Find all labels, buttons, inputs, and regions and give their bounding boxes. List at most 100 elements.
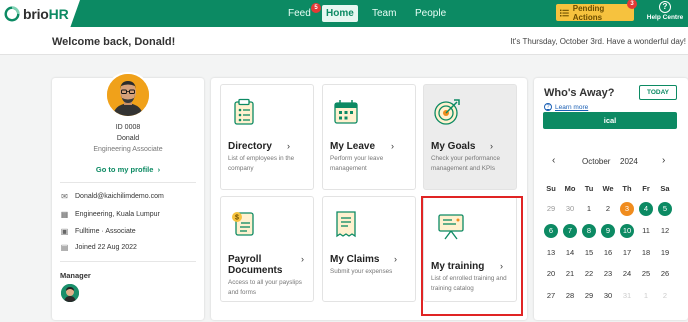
calendar-day[interactable]: 26 [658,267,672,281]
calendar-day[interactable]: 11 [639,224,653,238]
calendar-day[interactable]: 28 [563,289,577,303]
calendar-day[interactable]: 2 [601,202,615,216]
calendar-day[interactable]: 8 [582,224,596,238]
help-icon: ? [659,1,671,13]
tile-my-goals[interactable]: My Goals › Check your performance manage… [423,84,517,190]
calendar-day[interactable]: 7 [563,224,577,238]
list-icon [560,9,569,17]
calendar-day[interactable]: 16 [601,246,615,260]
receipt-icon [336,211,356,238]
calendar-day[interactable]: 10 [620,224,634,238]
calendar-day[interactable]: 24 [620,267,634,281]
calendar-day[interactable]: 12 [658,224,672,238]
divider [60,261,196,262]
avatar-image [107,74,149,116]
brio-hr-logo[interactable]: brioHR [0,0,80,27]
calendar-day[interactable]: 4 [639,202,653,216]
nav-team[interactable]: Team [368,5,400,22]
chevron-right-icon: › [490,141,493,151]
training-highlight-box [421,196,523,316]
brio-logo-icon [4,5,20,22]
employee-id: ID 0008 [115,124,141,131]
calendar-day[interactable]: 30 [563,202,577,216]
manager-avatar-image [61,284,79,302]
weekday-header: Mo [564,184,576,193]
calendar-small-icon: ▤ [60,243,69,252]
tile-payroll-documents[interactable]: $ Payroll Documents › Access to all your… [220,196,314,302]
today-button[interactable]: TODAY [639,85,677,100]
calendar-day[interactable]: 2 [658,289,672,303]
svg-text:$: $ [235,215,239,222]
calendar-day[interactable]: 9 [601,224,615,238]
chevron-right-icon: › [394,254,397,264]
question-icon: ? [544,103,552,111]
chevron-right-icon: › [391,141,394,151]
pending-actions-label: Pending Actions [572,3,605,22]
go-to-profile-link[interactable]: Go to my profile › [52,165,204,174]
chevron-right-icon: › [287,141,290,151]
weekday-header: Th [622,184,632,193]
calendar-day[interactable]: 15 [582,246,596,260]
weekday-header: Fr [642,184,650,193]
calendar-day[interactable]: 29 [582,289,596,303]
nav-people[interactable]: People [411,5,450,22]
calendar-icon [334,100,358,124]
tile-title: Payroll Documents [228,254,283,276]
learn-more-link[interactable]: ? Learn more [544,103,588,111]
payroll-icon: $ [232,212,254,236]
tile-description: Perform your leave management [330,155,384,172]
location-text: Engineering, Kuala Lumpur [75,211,160,218]
help-centre-button[interactable]: ? Help Centre [644,1,686,21]
calendar-day[interactable]: 19 [658,246,672,260]
calendar-day[interactable]: 6 [544,224,558,238]
tile-my-claims[interactable]: My Claims › Submit your expenses [322,196,416,302]
calendar-day[interactable]: 22 [582,267,596,281]
calendar-day[interactable]: 23 [601,267,615,281]
avatar[interactable] [105,72,151,118]
whos-away-title: Who's Away? [544,87,615,99]
prev-month-button[interactable]: ‹ [552,155,555,166]
calendar-day[interactable]: 14 [563,246,577,260]
building-icon: ▦ [60,210,69,219]
calendar-day[interactable]: 13 [544,246,558,260]
tile-title: My Claims [330,254,380,265]
joined-text: Joined 22 Aug 2022 [75,244,137,251]
pending-badge: 3 [627,0,637,9]
calendar-month[interactable]: October [582,157,610,166]
manager-avatar[interactable] [61,284,79,302]
calendar-day[interactable]: 29 [544,202,558,216]
calendar-day[interactable]: 20 [544,267,558,281]
calendar-day[interactable]: 18 [639,246,653,260]
calendar-day[interactable]: 30 [601,289,615,303]
calendar-day[interactable]: 3 [620,202,634,216]
tile-title: My Goals [431,141,476,152]
calendar-day[interactable]: 21 [563,267,577,281]
pending-actions-button[interactable]: Pending Actions [556,3,634,22]
divider [60,182,196,183]
directory-icon [234,98,254,125]
mail-icon: ✉ [61,192,68,201]
calendar-day[interactable]: 1 [582,202,596,216]
feed-badge: 5 [311,3,321,13]
tile-description: List of employees in the company [228,155,295,172]
tile-title: Directory [228,141,272,152]
tile-description: Access to all your payslips and forms [228,279,302,296]
chevron-right-icon: › [301,254,304,264]
calendar-day[interactable]: 1 [639,289,653,303]
employment-row: ▣ Fulltime · Associate [60,227,136,236]
calendar-day[interactable]: 31 [620,289,634,303]
tile-my-leave[interactable]: My Leave › Perform your leave management [322,84,416,190]
next-month-button[interactable]: › [662,155,665,166]
tile-directory[interactable]: Directory › List of employees in the com… [220,84,314,190]
calendar-day[interactable]: 5 [658,202,672,216]
profile-card: ID 0008 Donald Engineering Associate Go … [52,72,204,320]
calendar-day[interactable]: 25 [639,267,653,281]
calendar-year[interactable]: 2024 [620,157,638,166]
ical-button[interactable]: ical [543,112,677,129]
welcome-bar: Welcome back, Donald! It's Thursday, Oct… [0,27,688,55]
calendar-day[interactable]: 17 [620,246,634,260]
nav-home[interactable]: Home [322,5,358,22]
tile-description: Check your performance management and KP… [431,155,500,172]
calendar-day[interactable]: 27 [544,289,558,303]
whos-away-card: Who's Away? TODAY ? Learn more ical ‹ Oc… [534,78,688,320]
